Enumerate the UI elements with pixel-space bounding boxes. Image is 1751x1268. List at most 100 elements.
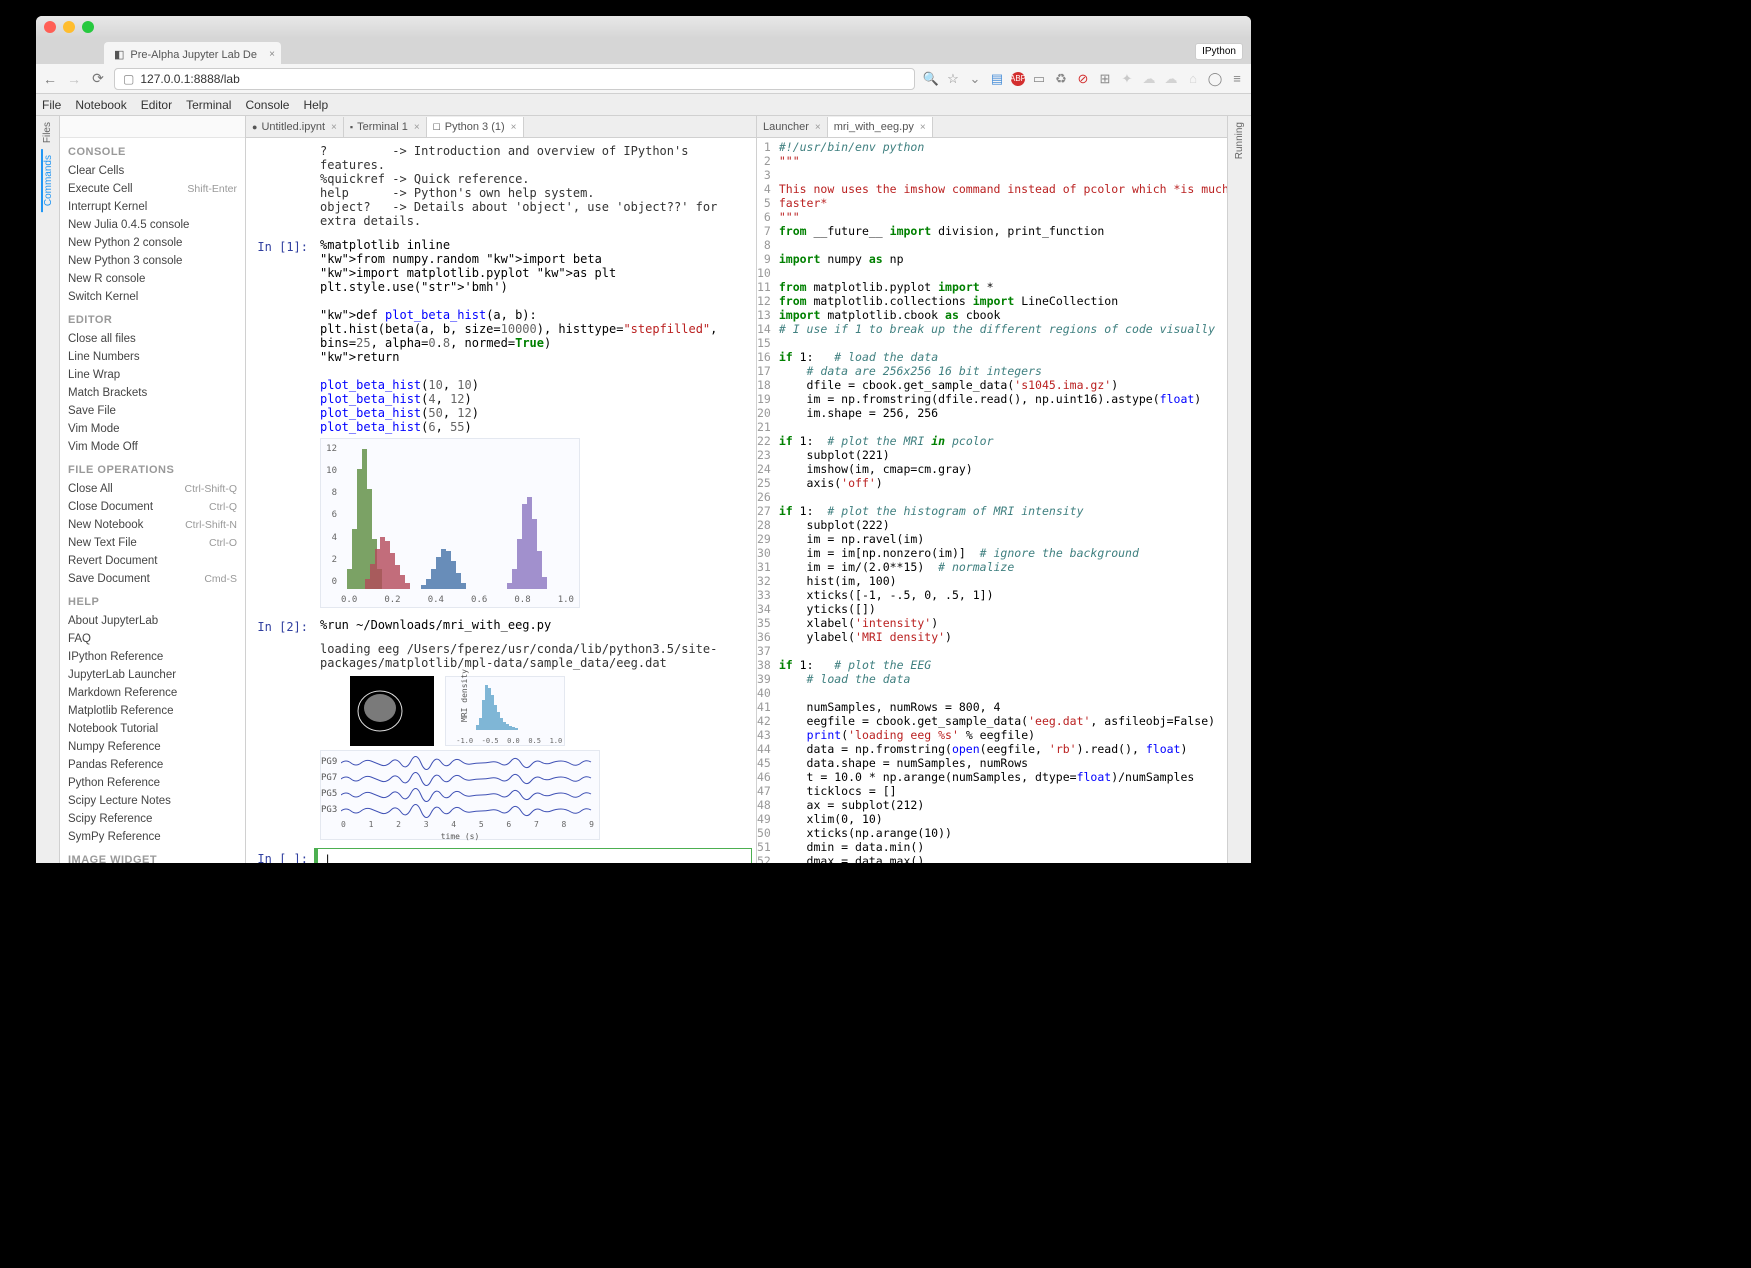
mri-histogram: MRI density -1.0-0.50.00.51.0: [445, 676, 565, 746]
palette-item[interactable]: New Julia 0.4.5 console: [60, 216, 245, 234]
notebook-body: ? -> Introduction and overview of IPytho…: [246, 138, 756, 863]
palette-item[interactable]: Scipy Lecture Notes: [60, 792, 245, 810]
adblock-icon[interactable]: ABP: [1011, 72, 1025, 86]
pane-tab[interactable]: mri_with_eeg.py×: [828, 117, 933, 137]
left-sidebar-tabs: Files Commands: [36, 116, 60, 863]
search-icon[interactable]: 🔍: [923, 71, 939, 87]
palette-item[interactable]: FAQ: [60, 630, 245, 648]
palette-item[interactable]: New NotebookCtrl-Shift-N: [60, 516, 245, 534]
browser-tabstrip: ◧ Pre-Alpha Jupyter Lab De × IPython: [36, 38, 1251, 64]
home-icon[interactable]: ⌂: [1185, 71, 1201, 87]
palette-item[interactable]: Line Numbers: [60, 348, 245, 366]
extension-badge[interactable]: IPython: [1195, 43, 1243, 60]
editor-code[interactable]: #!/usr/bin/env python""" This now uses t…: [775, 138, 1227, 863]
menu-console[interactable]: Console: [245, 98, 289, 112]
palette-item[interactable]: Vim Mode: [60, 420, 245, 438]
block-icon[interactable]: ⊘: [1075, 71, 1091, 87]
close-icon[interactable]: ×: [414, 122, 420, 133]
palette-item[interactable]: Markdown Reference: [60, 684, 245, 702]
minimize-icon[interactable]: [63, 21, 75, 33]
editor-body[interactable]: 1234567891011121314151617181920212223242…: [757, 138, 1227, 863]
url-input[interactable]: ▢ 127.0.0.1:8888/lab: [114, 68, 915, 90]
mri-figure: MRI density -1.0-0.50.00.51.0 PG9PG7PG5P…: [320, 676, 746, 840]
back-icon[interactable]: ←: [42, 71, 58, 87]
palette-item[interactable]: Save File: [60, 402, 245, 420]
palette-search-input[interactable]: [60, 116, 245, 138]
menu-notebook[interactable]: Notebook: [75, 98, 126, 112]
palette-item[interactable]: Save DocumentCmd-S: [60, 570, 245, 588]
palette-item[interactable]: JupyterLab Launcher: [60, 666, 245, 684]
palette-item[interactable]: Revert Document: [60, 552, 245, 570]
palette-item[interactable]: New Python 3 console: [60, 252, 245, 270]
recycle-icon[interactable]: ♻: [1053, 71, 1069, 87]
palette-item[interactable]: IPython Reference: [60, 648, 245, 666]
power-icon[interactable]: ◯: [1207, 71, 1223, 87]
reload-icon[interactable]: ⟳: [90, 71, 106, 87]
address-bar: ← → ⟳ ▢ 127.0.0.1:8888/lab 🔍 ☆ ⌄ ▤ ABP ▭…: [36, 64, 1251, 94]
banner-text: ? -> Introduction and overview of IPytho…: [314, 142, 752, 230]
in-prompt: In [2]:: [250, 616, 314, 634]
close-icon[interactable]: ×: [511, 122, 517, 133]
notes-icon[interactable]: ▤: [989, 71, 1005, 87]
palette-header: HELP: [60, 588, 245, 612]
left-dock-pane: ●Untitled.ipynt×▪Terminal 1×☐Python 3 (1…: [246, 116, 757, 863]
page-icon: ▢: [123, 72, 134, 86]
sidebar-tab-files[interactable]: Files: [42, 116, 53, 149]
code-input[interactable]: |: [314, 848, 752, 863]
palette-item[interactable]: Notebook Tutorial: [60, 720, 245, 738]
palette-item[interactable]: Numpy Reference: [60, 738, 245, 756]
palette-item[interactable]: Interrupt Kernel: [60, 198, 245, 216]
palette-item[interactable]: Match Brackets: [60, 384, 245, 402]
palette-item[interactable]: New Text FileCtrl-O: [60, 534, 245, 552]
pane-tab[interactable]: ▪Terminal 1×: [344, 117, 427, 137]
empty-code-cell: In [ ]: |: [250, 848, 752, 863]
palette-item[interactable]: About JupyterLab: [60, 612, 245, 630]
cast-icon[interactable]: ▭: [1031, 71, 1047, 87]
browser-tab[interactable]: ◧ Pre-Alpha Jupyter Lab De ×: [104, 42, 281, 64]
extension-icons: 🔍 ☆ ⌄ ▤ ABP ▭ ♻ ⊘ ⊞ ✦ ☁ ☁ ⌂ ◯ ≡: [923, 71, 1245, 87]
palette-item[interactable]: Python Reference: [60, 774, 245, 792]
star-icon[interactable]: ☆: [945, 71, 961, 87]
sidebar-tab-commands[interactable]: Commands: [41, 149, 54, 212]
menu-file[interactable]: File: [42, 98, 61, 112]
grid-icon[interactable]: ⊞: [1097, 71, 1113, 87]
tab-favicon: ◧: [114, 48, 124, 61]
palette-item[interactable]: Vim Mode Off: [60, 438, 245, 456]
palette-item[interactable]: Switch Kernel: [60, 288, 245, 306]
close-icon[interactable]: [44, 21, 56, 33]
main-area: Files Commands CONSOLEClear CellsExecute…: [36, 116, 1251, 863]
pocket-icon[interactable]: ⌄: [967, 71, 983, 87]
close-icon[interactable]: ×: [920, 122, 926, 133]
palette-item[interactable]: Line Wrap: [60, 366, 245, 384]
sidebar-tab-running[interactable]: Running: [1234, 116, 1245, 165]
palette-item[interactable]: New Python 2 console: [60, 234, 245, 252]
palette-item[interactable]: Close DocumentCtrl-Q: [60, 498, 245, 516]
pane-tab[interactable]: ☐Python 3 (1)×: [427, 117, 524, 137]
palette-header: IMAGE WIDGET: [60, 846, 245, 863]
palette-item[interactable]: Execute CellShift-Enter: [60, 180, 245, 198]
cloud2-icon[interactable]: ☁: [1163, 71, 1179, 87]
plus-icon[interactable]: ✦: [1119, 71, 1135, 87]
forward-icon: →: [66, 71, 82, 87]
maximize-icon[interactable]: [82, 21, 94, 33]
palette-item[interactable]: SymPy Reference: [60, 828, 245, 846]
cloud-icon[interactable]: ☁: [1141, 71, 1157, 87]
palette-item[interactable]: Scipy Reference: [60, 810, 245, 828]
palette-item[interactable]: New R console: [60, 270, 245, 288]
menu-editor[interactable]: Editor: [141, 98, 172, 112]
pane-tab[interactable]: Launcher×: [757, 117, 828, 137]
menu-icon[interactable]: ≡: [1229, 71, 1245, 87]
palette-item[interactable]: Close all files: [60, 330, 245, 348]
close-icon[interactable]: ×: [331, 122, 337, 133]
pane-tab[interactable]: ●Untitled.ipynt×: [246, 117, 344, 137]
palette-item[interactable]: Close AllCtrl-Shift-Q: [60, 480, 245, 498]
palette-item[interactable]: Matplotlib Reference: [60, 702, 245, 720]
eeg-plot: PG9PG7PG5PG3 0123456789 time (s): [320, 750, 600, 840]
palette-item[interactable]: Pandas Reference: [60, 756, 245, 774]
menu-terminal[interactable]: Terminal: [186, 98, 231, 112]
menu-help[interactable]: Help: [303, 98, 328, 112]
close-icon[interactable]: ×: [269, 49, 275, 60]
close-icon[interactable]: ×: [815, 122, 821, 133]
palette-item[interactable]: Clear Cells: [60, 162, 245, 180]
left-pane-tabs: ●Untitled.ipynt×▪Terminal 1×☐Python 3 (1…: [246, 116, 756, 138]
